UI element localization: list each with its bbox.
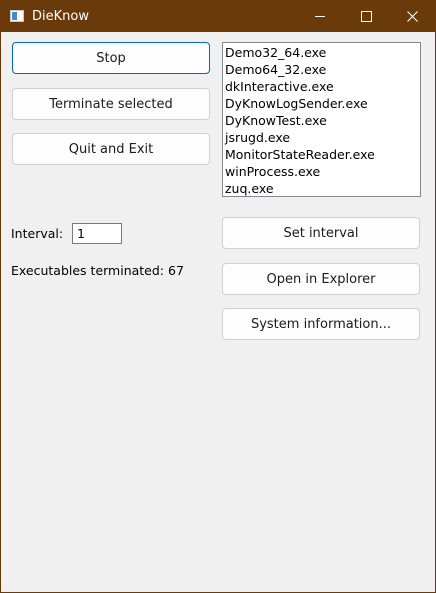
quit-and-exit-button[interactable]: Quit and Exit <box>12 133 210 165</box>
interval-input[interactable]: 1 <box>72 223 122 244</box>
list-item[interactable]: jsrugd.exe <box>225 129 420 146</box>
maximize-icon <box>360 11 372 22</box>
list-item[interactable]: Demo64_32.exe <box>225 61 420 78</box>
list-item[interactable]: DyKnowTest.exe <box>225 112 420 129</box>
list-item[interactable]: DyKnowLogSender.exe <box>225 95 420 112</box>
terminate-selected-button[interactable]: Terminate selected <box>12 88 210 120</box>
open-in-explorer-button[interactable]: Open in Explorer <box>222 263 420 295</box>
interval-label: Interval: <box>11 226 64 241</box>
title-bar[interactable]: DieKnow <box>1 1 435 32</box>
list-item[interactable]: zuq.exe <box>225 180 420 196</box>
minimize-button[interactable] <box>297 1 343 32</box>
window-title: DieKnow <box>32 9 89 24</box>
minimize-icon <box>315 16 325 17</box>
close-icon <box>406 11 418 22</box>
close-button[interactable] <box>389 1 435 32</box>
set-interval-button[interactable]: Set interval <box>222 217 420 249</box>
list-item[interactable]: MonitorStateReader.exe <box>225 146 420 163</box>
dieknow-window: DieKnow Stop Terminate selected Quit and… <box>0 0 436 593</box>
list-item[interactable]: winProcess.exe <box>225 163 420 180</box>
executables-listbox[interactable]: Demo32_64.exe Demo64_32.exe dkInteractiv… <box>222 42 421 197</box>
system-information-button[interactable]: System information... <box>222 308 420 340</box>
stop-button[interactable]: Stop <box>12 42 210 74</box>
executables-terminated-label: Executables terminated: 67 <box>11 263 184 278</box>
app-icon-pane <box>12 12 17 20</box>
maximize-button[interactable] <box>343 1 389 32</box>
list-item[interactable]: Demo32_64.exe <box>225 44 420 61</box>
list-item[interactable]: dkInteractive.exe <box>225 78 420 95</box>
window-app-icon <box>10 10 24 22</box>
